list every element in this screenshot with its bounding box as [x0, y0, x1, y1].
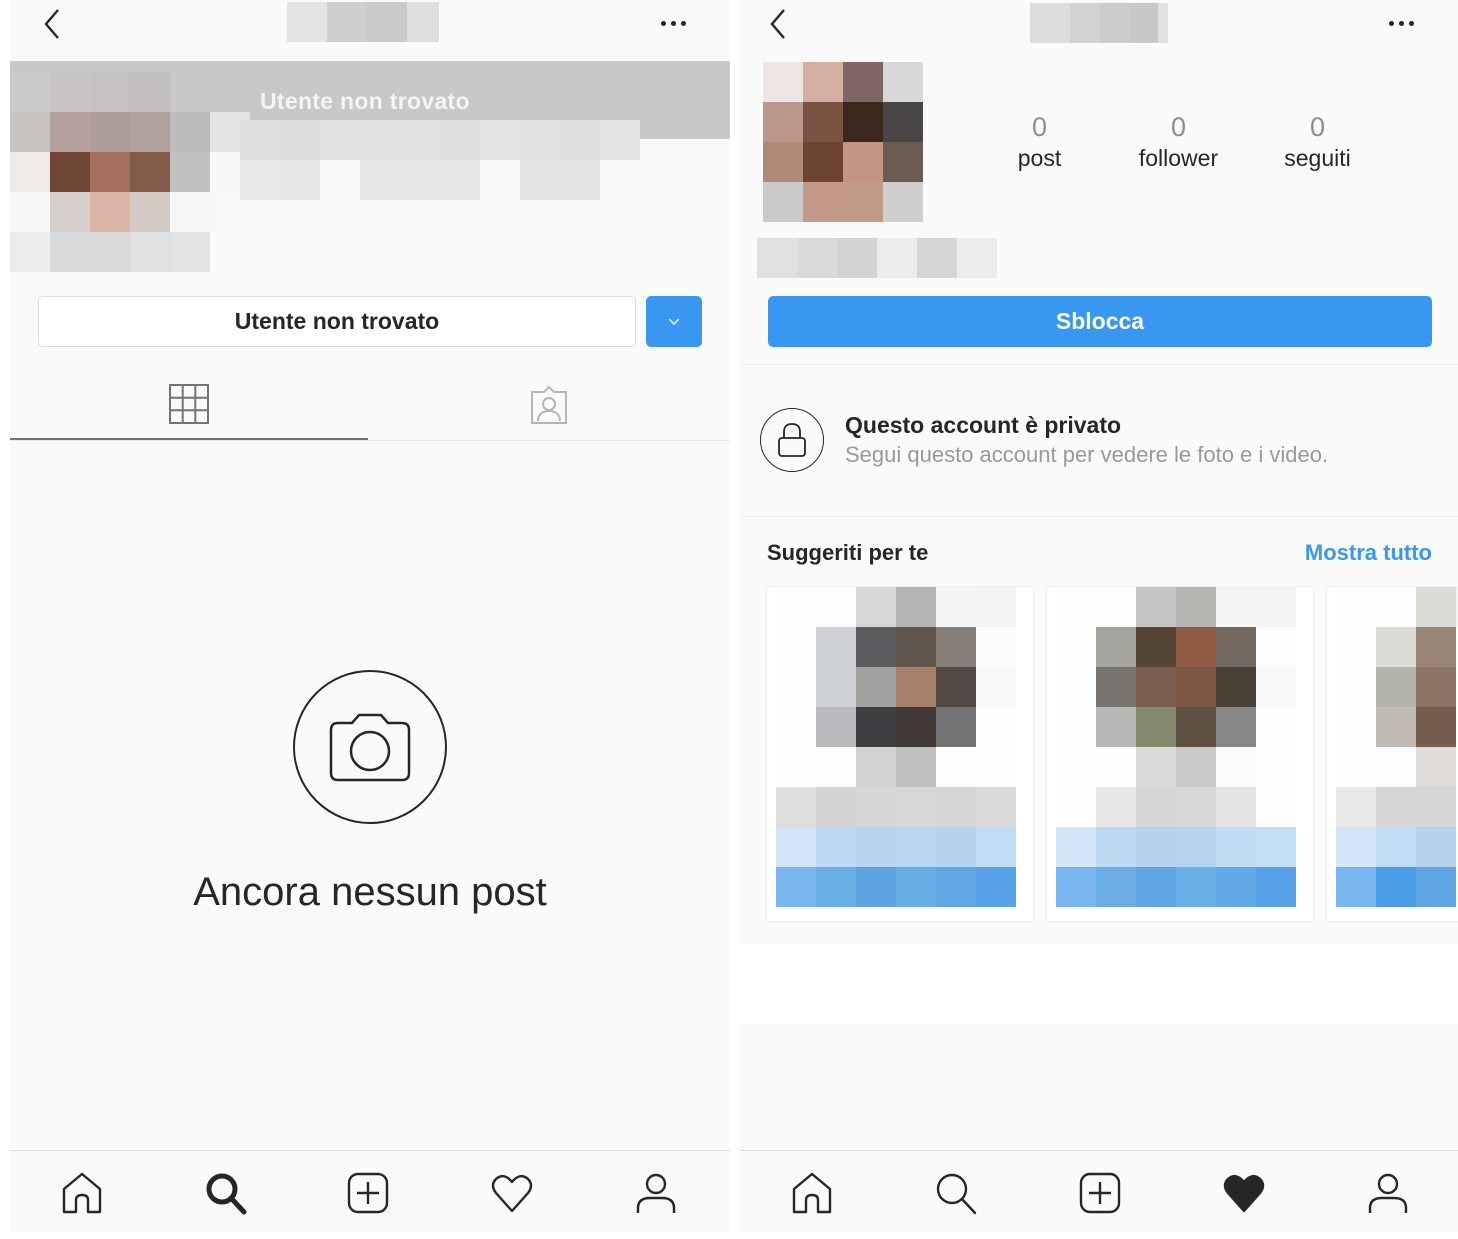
- stat-value: 0: [1170, 112, 1187, 142]
- stat-value: 0: [1309, 112, 1326, 142]
- add-post-icon: [1079, 1172, 1121, 1214]
- heart-filled-icon: [1223, 1174, 1265, 1213]
- tab-tagged[interactable]: [370, 370, 728, 440]
- suggestion-card[interactable]: [766, 586, 1034, 922]
- name-pixelated: [757, 238, 997, 278]
- nav-profile[interactable]: [632, 1169, 680, 1217]
- chevron-down-icon: [668, 317, 680, 325]
- suggestion-avatar-pixelated: [1336, 587, 1458, 907]
- suggestion-avatar-pixelated: [776, 587, 1016, 907]
- dot: [671, 21, 676, 26]
- add-post-icon: [347, 1172, 389, 1214]
- stat-label: post: [1017, 145, 1062, 171]
- lock-icon: [778, 423, 806, 457]
- dot: [1409, 21, 1414, 26]
- empty-state-text: Ancora nessun post: [193, 870, 547, 914]
- nav-activity[interactable]: [1220, 1169, 1268, 1217]
- banner-text: Utente non trovato: [260, 88, 470, 114]
- stat-label: seguiti: [1284, 145, 1351, 171]
- grid-icon: [169, 384, 209, 424]
- private-subtitle: Segui questo account per vedere le foto …: [845, 442, 1329, 467]
- profile-icon: [636, 1173, 676, 1213]
- nav-add-post[interactable]: [344, 1169, 392, 1217]
- dot: [1389, 21, 1394, 26]
- profile-tabs: [10, 370, 730, 441]
- nav-profile[interactable]: [1364, 1169, 1412, 1217]
- divider: [740, 516, 1458, 517]
- heart-icon: [491, 1174, 533, 1213]
- home-icon: [792, 1172, 832, 1214]
- username-pixelated: [1030, 3, 1168, 43]
- camera-icon: [329, 713, 411, 782]
- top-bar: [740, 0, 1458, 52]
- nav-home[interactable]: [58, 1169, 106, 1217]
- see-all-link[interactable]: Mostra tutto: [1305, 540, 1432, 566]
- empty-state: Ancora nessun post: [10, 670, 730, 915]
- dot: [1399, 21, 1404, 26]
- dot: [681, 21, 686, 26]
- camera-circle: [293, 670, 447, 824]
- back-button[interactable]: [38, 6, 68, 42]
- bottom-nav: [740, 1150, 1458, 1232]
- search-icon: [936, 1173, 977, 1215]
- profile-icon: [1368, 1173, 1408, 1213]
- nav-search[interactable]: [202, 1169, 250, 1217]
- stat-following[interactable]: 0 seguiti: [1248, 112, 1387, 172]
- suggestion-card[interactable]: [1046, 586, 1314, 922]
- profile-stats: 0 post 0 follower 0 seguiti: [970, 112, 1387, 172]
- private-account-notice: Questo account è privato Segui questo ac…: [760, 408, 1458, 474]
- divider: [740, 364, 1458, 365]
- avatar-pixelated: [10, 72, 250, 272]
- chevron-left-icon: [44, 9, 59, 39]
- suggestions-title: Suggeriti per te: [767, 540, 929, 565]
- chevron-left-icon: [770, 9, 785, 39]
- username-pixelated: [287, 2, 439, 42]
- suggestion-card[interactable]: [1326, 586, 1458, 922]
- more-options-button[interactable]: [1386, 10, 1418, 36]
- nav-search[interactable]: [932, 1169, 980, 1217]
- home-icon: [62, 1172, 102, 1214]
- user-status-button[interactable]: Utente non trovato: [38, 296, 636, 347]
- stat-posts[interactable]: 0 post: [970, 112, 1109, 172]
- nav-home[interactable]: [788, 1169, 836, 1217]
- tab-grid[interactable]: [10, 370, 368, 440]
- bio-pixelated: [240, 120, 640, 200]
- private-title: Questo account è privato: [845, 412, 1122, 438]
- tagged-icon: [531, 385, 567, 424]
- nav-add-post[interactable]: [1076, 1169, 1124, 1217]
- stat-label: follower: [1138, 145, 1219, 171]
- stat-value: 0: [1031, 112, 1048, 142]
- left-profile-screen: Utente non trovato Utente non trovato An…: [10, 0, 730, 1232]
- search-icon: [206, 1173, 247, 1215]
- right-profile-screen: 0 post 0 follower 0 seguiti Sblocca Ques…: [740, 0, 1458, 1232]
- more-options-button[interactable]: [658, 10, 690, 36]
- spacer: [740, 944, 1458, 1024]
- back-button[interactable]: [764, 6, 794, 42]
- nav-activity[interactable]: [488, 1169, 536, 1217]
- bottom-nav: [10, 1150, 730, 1232]
- suggestion-avatar-pixelated: [1056, 587, 1296, 907]
- avatar-pixelated: [763, 62, 923, 222]
- lock-circle: [760, 408, 824, 472]
- unblock-button[interactable]: Sblocca: [768, 296, 1432, 347]
- top-bar: [10, 0, 730, 52]
- dot: [661, 21, 666, 26]
- stat-followers[interactable]: 0 follower: [1109, 112, 1248, 172]
- dropdown-button[interactable]: [646, 296, 702, 347]
